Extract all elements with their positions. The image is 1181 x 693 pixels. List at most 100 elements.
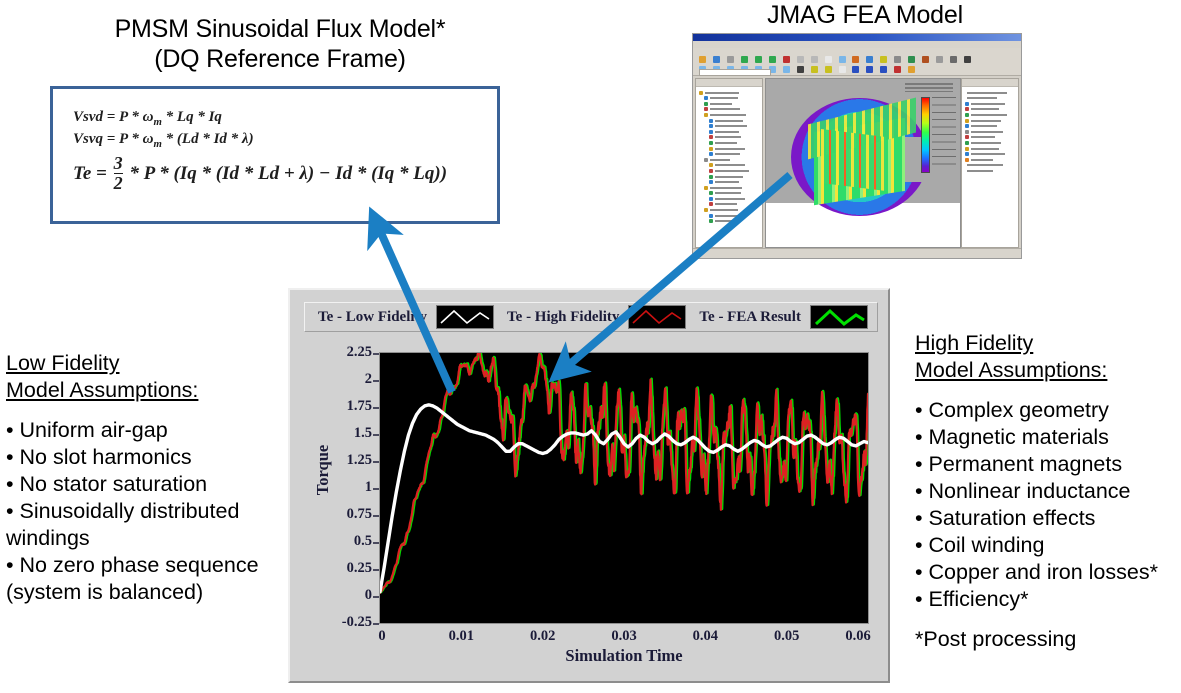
equation-torque: Te = 32 * P * (Iq * (Id * Ld + λ) − Id *…: [73, 153, 447, 194]
low-fidelity-heading-line1: Low Fidelity: [6, 351, 120, 375]
toolbar-icon: [922, 56, 930, 63]
high-fidelity-item: • Permanent magnets: [915, 452, 1123, 476]
property-row: [965, 124, 1015, 129]
fraction-numerator: 3: [113, 153, 123, 173]
high-fidelity-item: • Nonlinear inductance: [915, 479, 1131, 503]
tree-item: [699, 185, 759, 190]
property-row: [965, 163, 1015, 167]
low-fidelity-item: • No slot harmonics: [6, 445, 192, 469]
legend-entry-fea-result[interactable]: Te - FEA Result: [686, 303, 868, 331]
tree-item: [699, 202, 759, 207]
toolbar-icon: [908, 66, 916, 73]
toolbar-icon: [796, 66, 804, 73]
y-tick-label: 0.25: [346, 560, 372, 576]
y-tick-label: -0.25: [341, 614, 372, 630]
legend-entry-low-fidelity[interactable]: Te - Low Fidelity: [305, 303, 495, 331]
toolbar-icon: [964, 56, 972, 63]
x-axis-ticks: 0 0.01 0.02 0.03 0.04 0.05 0.06: [378, 626, 871, 648]
x-tick-label: 0.06: [845, 628, 871, 644]
toolbar-icon: [810, 66, 818, 73]
motor-rotor-section: [820, 128, 886, 191]
high-fidelity-item: • Magnetic materials: [915, 425, 1109, 449]
omega-symbol: ω: [142, 131, 154, 147]
high-fidelity-heading-line2: Model Assumptions:: [915, 358, 1108, 382]
omega-subscript: m: [153, 115, 162, 128]
jmag-status-bar: [693, 248, 1021, 258]
x-tick-label: 0.01: [448, 628, 475, 644]
tree-item: [699, 146, 759, 151]
legend-entry-high-fidelity[interactable]: Te - High Fidelity: [494, 303, 687, 331]
vsvd-prefix: Vsvd = P *: [73, 109, 143, 125]
tree-item: [699, 157, 759, 162]
property-row: [965, 157, 1015, 162]
jmag-model-title: JMAG FEA Model: [767, 1, 963, 29]
tree-item: [699, 112, 759, 117]
plot-legend[interactable]: Te - Low Fidelity Te - High Fidelity Te …: [304, 302, 878, 332]
toolbar-icon: [824, 66, 832, 73]
property-row: [965, 146, 1015, 151]
toolbar-icon: [880, 66, 888, 73]
low-fidelity-item: • Sinusoidally distributed windings: [6, 499, 240, 550]
low-fidelity-item: • No zero phase sequence (system is bala…: [6, 553, 259, 604]
pmsm-title-line2: (DQ Reference Frame): [154, 45, 406, 73]
jmag-tree-header: [696, 79, 762, 87]
toolbar-icon: [838, 66, 846, 73]
property-row: [965, 91, 1015, 95]
equation-vsvd: Vsvd = P * ωm * Lq * Iq: [73, 109, 222, 128]
toolbar-icon: [852, 66, 860, 73]
toolbar-icon: [894, 66, 902, 73]
pmsm-title-line1: PMSM Sinusoidal Flux Model*: [114, 15, 446, 43]
jmag-toolbar: [693, 48, 1021, 76]
y-tick-label: 1.5: [353, 425, 372, 441]
legend-swatch-fea-result[interactable]: [809, 305, 868, 329]
equation-vsvq: Vsvq = P * ωm * (Ld * Id * λ): [73, 131, 254, 150]
y-tick-label: 2.25: [346, 344, 372, 360]
toolbar-icon: [950, 56, 958, 63]
toolbar-icon: [782, 66, 790, 73]
omega-symbol: ω: [142, 109, 154, 125]
y-tick-label: 2: [364, 371, 372, 387]
y-tick-label: 1.75: [346, 398, 372, 414]
vsvq-prefix: Vsvq = P *: [73, 131, 143, 147]
property-row: [965, 135, 1015, 140]
high-fidelity-heading-line1: High Fidelity: [915, 331, 1034, 355]
tree-item: [699, 152, 759, 157]
low-fidelity-heading-line2: Model Assumptions:: [6, 378, 199, 402]
tree-item: [699, 140, 759, 145]
x-tick-label: 0.04: [692, 628, 719, 644]
pmsm-model-title: PMSM Sinusoidal Flux Model* (DQ Referenc…: [55, 14, 505, 74]
equation-box: Vsvd = P * ωm * Lq * Iq Vsvq = P * ωm * …: [50, 86, 500, 224]
plot-area[interactable]: [379, 352, 869, 624]
torque-lhs: Te =: [73, 162, 112, 184]
tree-item: [699, 118, 759, 123]
property-row: [965, 112, 1015, 117]
vsvd-suffix: * Lq * Iq: [161, 109, 222, 125]
legend-swatch-low-fidelity[interactable]: [436, 305, 495, 329]
jmag-properties-panel: [961, 78, 1019, 248]
y-tick-label: 0: [364, 587, 372, 603]
tree-item: [699, 90, 759, 95]
flux-density-colorbar: [921, 97, 930, 173]
toolbar-icon: [866, 66, 874, 73]
property-row: [965, 118, 1015, 123]
y-tick-label: 1: [364, 479, 372, 495]
high-fidelity-item: • Efficiency*: [915, 587, 1029, 611]
tree-item: [699, 219, 759, 224]
property-row: [965, 140, 1015, 145]
high-fidelity-item: • Coil winding: [915, 533, 1045, 557]
torque-curves: [380, 353, 868, 594]
x-tick-label: 0.03: [611, 628, 637, 644]
y-tick-label: 1.25: [346, 452, 372, 468]
low-fidelity-item: • No stator saturation: [6, 472, 208, 496]
tree-item: [699, 135, 759, 140]
legend-swatch-high-fidelity[interactable]: [628, 305, 687, 329]
jmag-title-bar: [693, 34, 1021, 41]
x-tick-label: 0: [378, 628, 386, 644]
tree-item: [699, 163, 759, 168]
tree-item: [699, 174, 759, 179]
tree-item: [699, 96, 759, 101]
property-row: [965, 169, 1015, 173]
post-processing-note: *Post processing: [915, 627, 1077, 651]
tree-item: [699, 180, 759, 185]
